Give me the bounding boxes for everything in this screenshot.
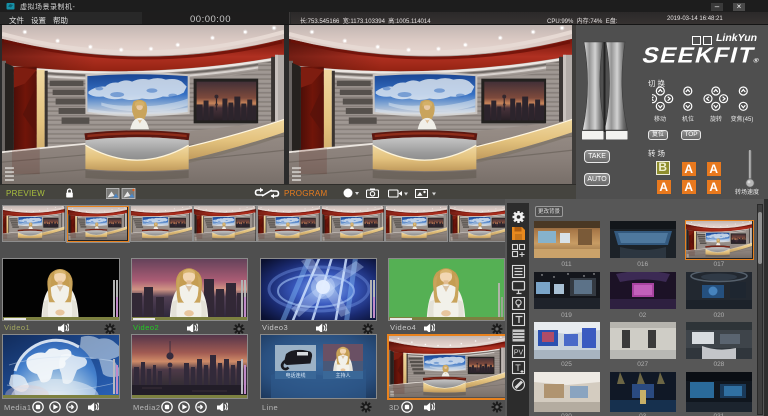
svg-text:PV: PV (514, 350, 524, 357)
svg-text:主持人: 主持人 (335, 372, 350, 379)
svg-text:T: T (515, 363, 521, 373)
svg-text:电话连线: 电话连线 (285, 372, 305, 379)
